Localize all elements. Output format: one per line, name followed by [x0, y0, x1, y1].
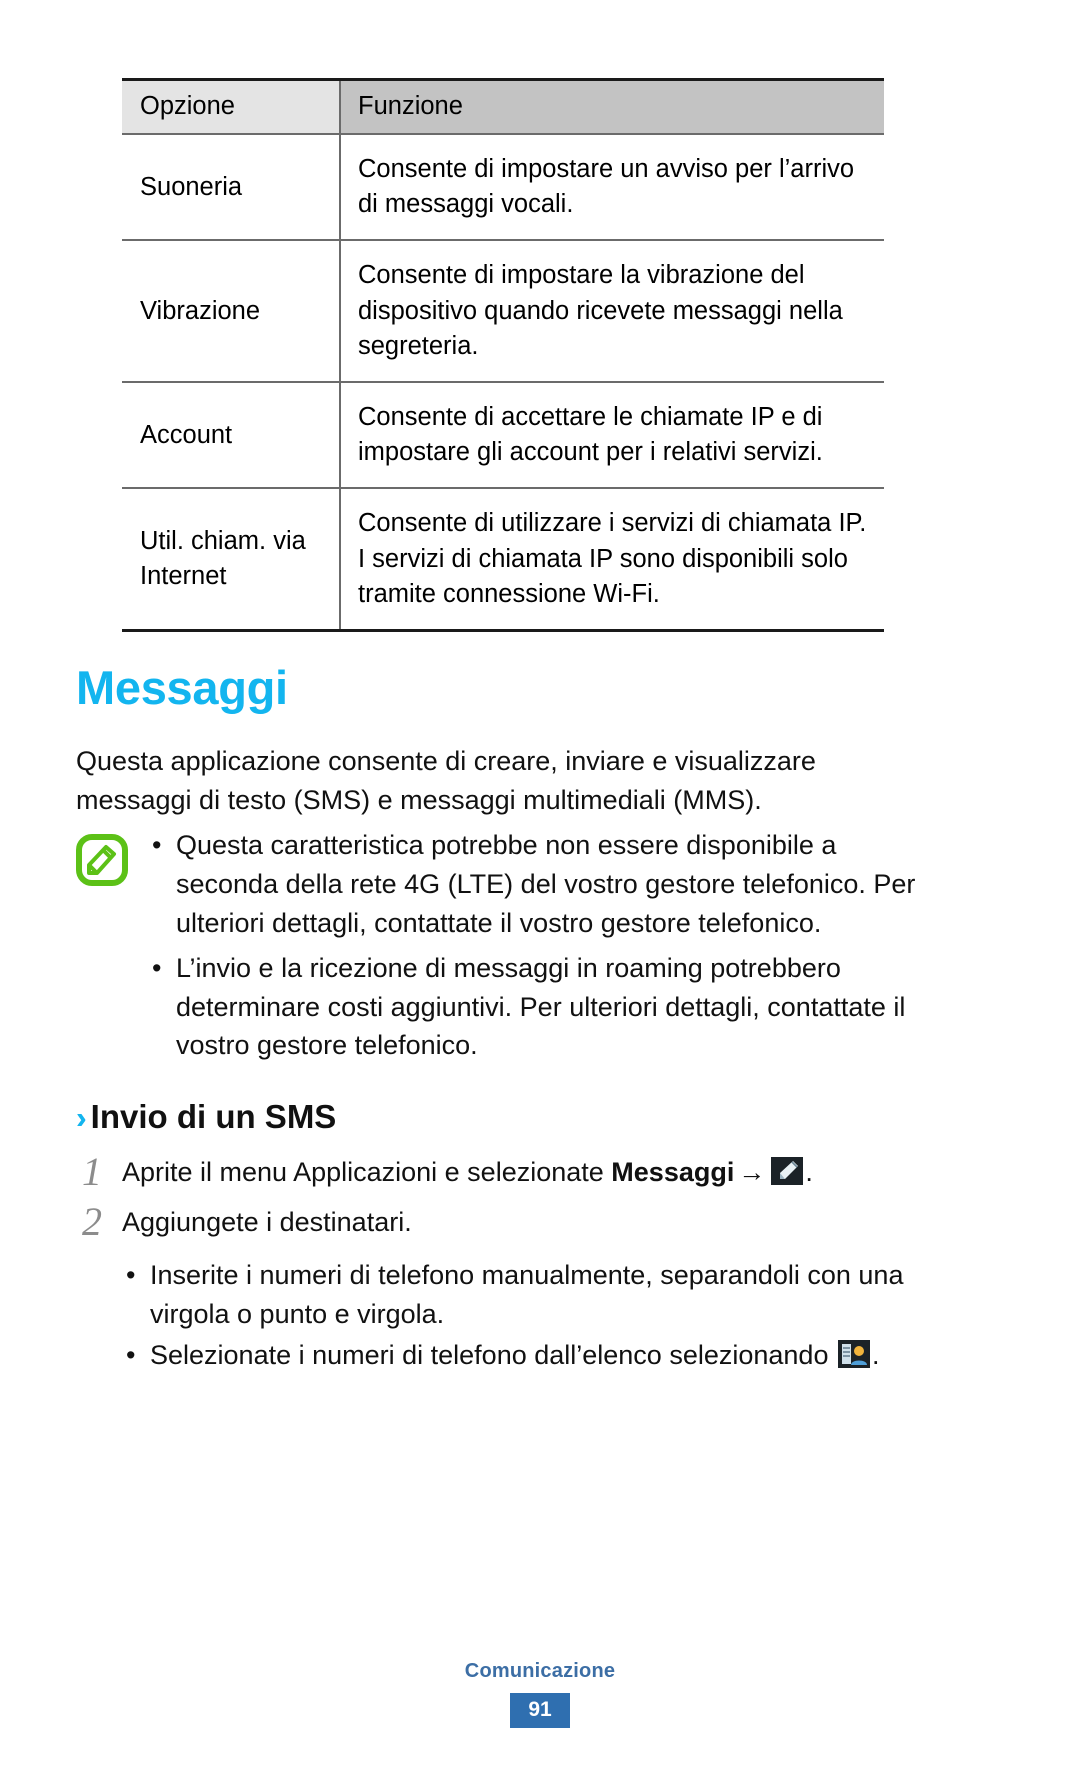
step-text-before: Aprite il menu Applicazioni e selezionat… — [122, 1157, 612, 1187]
sub-bullet-text: Inserite i numeri di telefono manualment… — [150, 1260, 904, 1329]
sub-bullet-text-after: . — [871, 1339, 880, 1370]
table-head: Opzione Funzione — [122, 78, 884, 135]
step-sub-bullets: • Inserite i numeri di telefono manualmen… — [122, 1256, 970, 1375]
table-header-option: Opzione — [122, 78, 341, 135]
page-footer: Comunicazione 91 — [0, 1660, 1080, 1728]
table-cell-option: Account — [122, 381, 341, 490]
document-page: Opzione Funzione Suoneria Consente di im… — [0, 0, 1080, 1771]
step-text: Aggiungete i destinatari. — [122, 1202, 970, 1243]
sub-bullet-text: Selezionate i numeri di telefono dall’el… — [150, 1339, 836, 1370]
table-cell-option: Vibrazione — [122, 240, 341, 383]
table-row: Util. chiam. via Internet Consente di ut… — [122, 488, 884, 632]
compose-message-icon — [771, 1155, 804, 1187]
footer-chapter-label: Comunicazione — [464, 1660, 616, 1682]
options-table: Opzione Funzione Suoneria Consente di im… — [122, 78, 884, 632]
table-cell-function: Consente di accettare le chiamate IP e d… — [340, 381, 884, 490]
step-bold-term: Messaggi — [611, 1157, 735, 1187]
step-text-after: . — [805, 1157, 813, 1187]
note-bullet-text: Questa caratteristica potrebbe non esser… — [176, 830, 916, 938]
bullet-dot: • — [152, 952, 162, 983]
step-item: 1 Aprite il menu Applicazioni e selezion… — [70, 1149, 970, 1200]
contacts-picker-icon — [837, 1338, 870, 1370]
step-number: 1 — [82, 1149, 102, 1194]
bullet-dot: • — [126, 1260, 136, 1290]
table-header-function: Funzione — [340, 78, 884, 135]
bullet-dot: • — [126, 1339, 136, 1370]
table-cell-option: Util. chiam. via Internet — [122, 488, 341, 632]
sub-bullet-item: • Inserite i numeri di telefono manualmen… — [122, 1256, 970, 1334]
note-bullet-item: • Questa caratteristica potrebbe non ess… — [148, 826, 916, 943]
chapter-intro-paragraph: Questa applicazione consente di creare, … — [76, 746, 816, 815]
table-row: Vibrazione Consente di impostare la vibr… — [122, 240, 884, 383]
note-bullet-item: • L’invio e la ricezione di messaggi in … — [148, 949, 916, 1066]
table-cell-option: Suoneria — [122, 134, 341, 242]
table-row: Account Consente di accettare le chiamat… — [122, 381, 884, 490]
section-title-label: Invio di un SMS — [90, 1098, 337, 1135]
sub-bullet-item: • Selezionate i numeri di telefono dall’e… — [122, 1336, 970, 1375]
step-text-before: Aggiungete i destinatari. — [122, 1207, 412, 1237]
chevron-right-icon: ›› — [76, 1100, 83, 1135]
table-body: Suoneria Consente di impostare un avviso… — [122, 134, 884, 632]
table-row: Suoneria Consente di impostare un avviso… — [122, 134, 884, 242]
steps-list: 1 Aprite il menu Applicazioni e selezion… — [70, 1149, 970, 1377]
note-pencil-icon — [76, 834, 128, 886]
arrow-right-glyph: → — [738, 1157, 766, 1187]
note-block: • Questa caratteristica potrebbe non ess… — [76, 826, 916, 1071]
table-cell-function: Consente di impostare un avviso per l’ar… — [340, 134, 884, 242]
page-number-badge: 91 — [510, 1693, 570, 1728]
bullet-dot: • — [152, 830, 162, 860]
note-bullet-text: L’invio e la ricezione di messaggi in ro… — [176, 952, 906, 1061]
step-text: Aprite il menu Applicazioni e selezionat… — [122, 1152, 970, 1193]
table-cell-function: Consente di impostare la vibrazione del … — [340, 240, 884, 383]
note-body: • Questa caratteristica potrebbe non ess… — [148, 826, 916, 1065]
step-item: 2 Aggiungete i destinatari. — [70, 1199, 970, 1250]
table-cell-function: Consente di utilizzare i servizi di chia… — [340, 488, 884, 632]
chapter-title: Messaggi — [76, 661, 288, 714]
table-header-row: Opzione Funzione — [122, 78, 884, 135]
step-number: 2 — [82, 1199, 102, 1244]
section-title: ›› Invio di un SMS — [76, 1098, 336, 1136]
